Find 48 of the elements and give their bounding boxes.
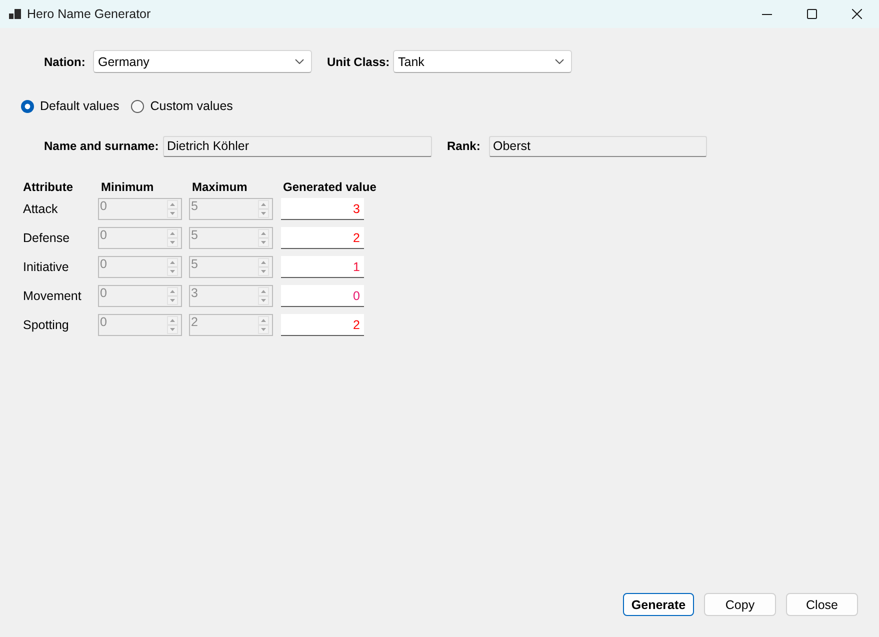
column-header: Generated value <box>282 181 376 194</box>
caret-down-icon <box>170 212 175 215</box>
caret-up-icon <box>261 319 266 322</box>
caret-down-icon <box>170 328 175 331</box>
column-header: Minimum <box>100 181 155 194</box>
close-dialog-button[interactable]: Close <box>786 593 858 616</box>
caret-up-icon <box>170 319 175 322</box>
caret-up-icon <box>261 232 266 235</box>
window-title: Hero Name Generator <box>27 7 151 21</box>
caret-up-icon <box>170 232 175 235</box>
radio-option[interactable]: Default values <box>21 99 120 113</box>
caret-up-icon <box>170 290 175 293</box>
caret-up-icon <box>261 261 266 264</box>
caret-down-icon <box>261 241 266 244</box>
caret-down-icon <box>261 270 266 273</box>
maximize-icon <box>806 9 816 19</box>
field-label: Unit Class: <box>327 54 391 68</box>
caret-down-icon <box>170 270 175 273</box>
caret-up-icon <box>261 290 266 293</box>
caret-down-icon <box>170 299 175 302</box>
row-label: Movement <box>23 289 82 303</box>
chevron-down-icon <box>555 59 564 64</box>
row-label: Spotting <box>23 318 70 332</box>
chevron-down-icon <box>295 59 304 64</box>
caret-down-icon <box>261 299 266 302</box>
close-icon <box>852 9 862 19</box>
row-label: Defense <box>23 231 71 245</box>
field-label: Nation: <box>44 54 86 68</box>
caret-up-icon <box>170 261 175 264</box>
column-header: Attribute <box>23 181 74 194</box>
text-field[interactable]: Dietrich Köhler <box>163 136 432 156</box>
caret-up-icon <box>261 203 266 206</box>
column-header: Maximum <box>191 181 248 194</box>
generate-button[interactable]: Generate <box>623 593 694 616</box>
caret-down-icon <box>261 328 266 331</box>
field-label: Rank: <box>447 139 482 153</box>
row-label: Attack <box>23 202 59 216</box>
dropdown[interactable]: Tank <box>393 50 572 73</box>
text-field[interactable]: Oberst <box>489 136 707 156</box>
caret-down-icon <box>261 212 266 215</box>
field-label: Name and surname: <box>44 139 160 153</box>
caret-up-icon <box>170 203 175 206</box>
caret-down-icon <box>170 241 175 244</box>
row-label: Initiative <box>23 260 70 274</box>
radio-option[interactable]: Custom values <box>131 99 233 113</box>
copy-button[interactable]: Copy <box>704 593 776 616</box>
dropdown[interactable]: Germany <box>93 50 312 73</box>
app-icon <box>9 9 21 19</box>
